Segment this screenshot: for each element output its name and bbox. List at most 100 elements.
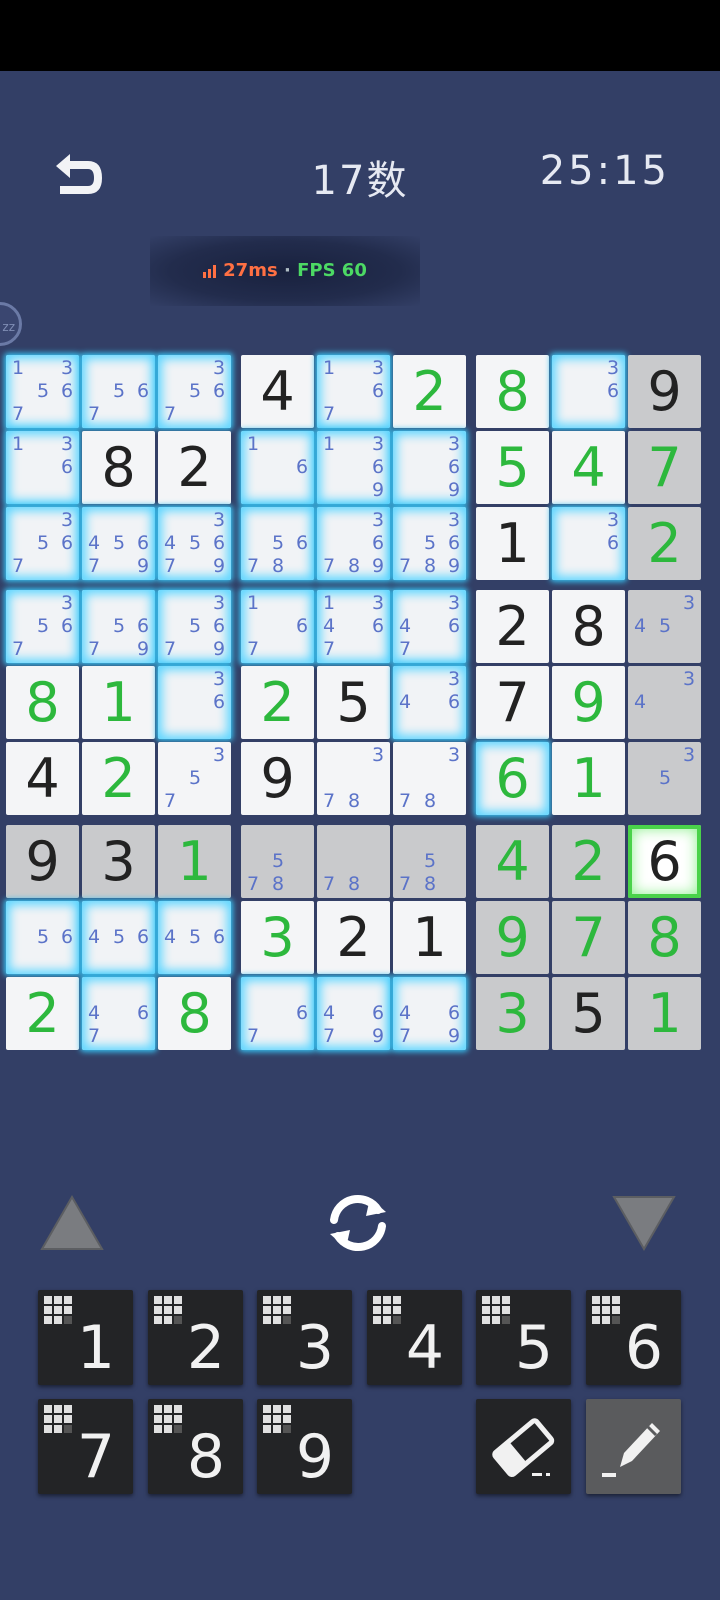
sudoku-cell[interactable]: 9 [241, 742, 314, 815]
sudoku-cell[interactable]: 8 [552, 590, 625, 663]
sudoku-cell[interactable]: 56 78 [241, 507, 314, 580]
sudoku-cell[interactable]: 36 789 [317, 507, 390, 580]
sudoku-cell[interactable]: 8 [628, 901, 701, 974]
sudoku-cell[interactable]: 56 [6, 901, 79, 974]
sudoku-cell[interactable]: 1 [552, 742, 625, 815]
digit-key-3[interactable]: 3 [257, 1290, 352, 1385]
sudoku-cell[interactable]: 1 36 7 [317, 355, 390, 428]
sudoku-cell[interactable]: 1 356 7 [6, 355, 79, 428]
sudoku-cell[interactable]: 36 [552, 507, 625, 580]
sudoku-cell[interactable]: 578 [393, 825, 466, 898]
sudoku-cell[interactable]: 356 7 [158, 355, 231, 428]
sudoku-cell[interactable]: 1 6 7 [241, 590, 314, 663]
undo-button[interactable] [50, 152, 110, 202]
sudoku-cell[interactable]: 1 [82, 666, 155, 739]
sudoku-cell[interactable]: 16 [241, 431, 314, 504]
eraser-button[interactable] [476, 1399, 571, 1494]
sudoku-cell[interactable]: 1 [628, 977, 701, 1050]
sudoku-cell[interactable]: 456 7 9 [82, 507, 155, 580]
sudoku-cell[interactable]: 8 [82, 431, 155, 504]
digit-key-6[interactable]: 6 [586, 1290, 681, 1385]
sudoku-cell[interactable]: 7 [476, 666, 549, 739]
sudoku-cell[interactable]: 2 [158, 431, 231, 504]
sudoku-cell[interactable]: 3 [241, 901, 314, 974]
sudoku-cell[interactable]: 3 4 6 7 [393, 590, 466, 663]
sudoku-cell[interactable]: 5 [552, 977, 625, 1050]
sudoku-cell[interactable]: 1 3 4 6 7 [317, 590, 390, 663]
sudoku-cell[interactable]: 2 [552, 825, 625, 898]
sudoku-cell[interactable]: 3 [82, 825, 155, 898]
sudoku-cell[interactable]: 3 [476, 977, 549, 1050]
sudoku-cell[interactable]: 356 7 [6, 507, 79, 580]
sudoku-cell[interactable]: 356 789 [393, 507, 466, 580]
sudoku-cell[interactable]: 356 7 9 [158, 590, 231, 663]
sudoku-cell[interactable]: 1 36 [6, 431, 79, 504]
sudoku-cell[interactable]: 56 7 9 [82, 590, 155, 663]
sudoku-cell[interactable]: 456 [158, 901, 231, 974]
sudoku-cell[interactable]: 4 [476, 825, 549, 898]
sudoku-cell[interactable]: 369 [393, 431, 466, 504]
move-up-button[interactable] [40, 1194, 104, 1255]
sudoku-cell[interactable]: 4 6 7 9 [317, 977, 390, 1050]
digit-key-2[interactable]: 2 [148, 1290, 243, 1385]
sudoku-cell[interactable]: 8 [158, 977, 231, 1050]
move-down-button[interactable] [612, 1195, 676, 1255]
sudoku-cell[interactable]: 9 [476, 901, 549, 974]
sudoku-cell[interactable]: 3 78 [317, 742, 390, 815]
digit-key-4[interactable]: 4 [367, 1290, 462, 1385]
digit-key-8[interactable]: 8 [148, 1399, 243, 1494]
sudoku-cell[interactable]: 8 [476, 355, 549, 428]
sudoku-cell[interactable]: 2 [82, 742, 155, 815]
sudoku-cell[interactable]: 4 6 7 9 [393, 977, 466, 1050]
sudoku-cell[interactable]: 35 [628, 742, 701, 815]
digit-key-1[interactable]: 1 [38, 1290, 133, 1385]
sudoku-cell[interactable]: 1 [476, 507, 549, 580]
sudoku-cell[interactable]: 1 [393, 901, 466, 974]
fps-value: FPS 60 [297, 260, 367, 281]
sudoku-cell[interactable]: 9 [552, 666, 625, 739]
sudoku-cell[interactable]: 2 [476, 590, 549, 663]
rotate-button[interactable] [320, 1190, 396, 1260]
sudoku-cell[interactable]: 1 [158, 825, 231, 898]
sudoku-cell[interactable]: 6 [628, 825, 701, 898]
sudoku-cell[interactable]: 34 [628, 666, 701, 739]
sudoku-cell[interactable]: 3 4 6 [393, 666, 466, 739]
sudoku-cell[interactable]: 3 456 7 9 [158, 507, 231, 580]
pencil-mark: 7 [163, 638, 177, 660]
sudoku-cell[interactable]: 2 [317, 901, 390, 974]
digit-key-7[interactable]: 7 [38, 1399, 133, 1494]
sudoku-cell[interactable]: 2 [241, 666, 314, 739]
sudoku-cell[interactable]: 2 [628, 507, 701, 580]
digit-key-9[interactable]: 9 [257, 1399, 352, 1494]
sudoku-cell[interactable]: 7 [628, 431, 701, 504]
sudoku-cell[interactable]: 357 [158, 742, 231, 815]
pencil-mode-button[interactable] [586, 1399, 681, 1494]
sudoku-cell[interactable]: 456 [82, 901, 155, 974]
sudoku-cell[interactable]: 6 [476, 742, 549, 815]
sudoku-cell[interactable]: 5 [476, 431, 549, 504]
digit-key-5[interactable]: 5 [476, 1290, 571, 1385]
sudoku-cell[interactable]: 4 6 7 [82, 977, 155, 1050]
sudoku-cell[interactable]: 5 [317, 666, 390, 739]
sudoku-cell[interactable]: 578 [241, 825, 314, 898]
sudoku-cell[interactable]: 8 [6, 666, 79, 739]
sudoku-cell[interactable]: 3 78 [393, 742, 466, 815]
sudoku-cell[interactable]: 36 [552, 355, 625, 428]
sudoku-cell[interactable]: 9 [628, 355, 701, 428]
sudoku-cell[interactable]: 9 [6, 825, 79, 898]
sudoku-cell[interactable]: 4 [6, 742, 79, 815]
sudoku-cell[interactable]: 2 [393, 355, 466, 428]
sudoku-cell[interactable]: 4 [552, 431, 625, 504]
floating-sleep-bubble[interactable]: zz [0, 302, 22, 346]
sudoku-cell[interactable]: 67 [241, 977, 314, 1050]
sudoku-cell[interactable]: 56 7 [82, 355, 155, 428]
sudoku-cell[interactable]: 356 7 [6, 590, 79, 663]
sudoku-cell[interactable]: 2 [6, 977, 79, 1050]
sudoku-cell[interactable]: 4 [241, 355, 314, 428]
sudoku-cell[interactable]: 3 45 [628, 590, 701, 663]
sudoku-cell[interactable]: 7 [552, 901, 625, 974]
sudoku-cell[interactable]: 1 369 [317, 431, 390, 504]
sudoku-cell[interactable]: 36 [158, 666, 231, 739]
pencil-mark: 4 [633, 691, 647, 713]
sudoku-cell[interactable]: 78 [317, 825, 390, 898]
